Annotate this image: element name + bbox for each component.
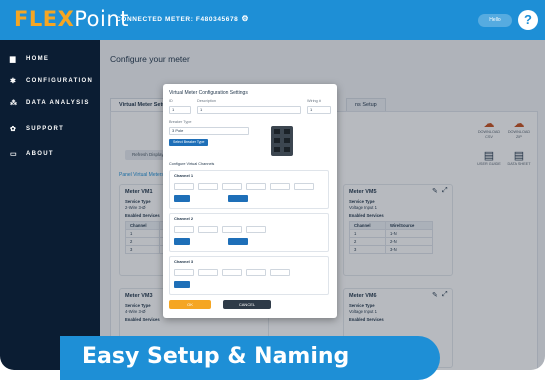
channel-select[interactable] xyxy=(222,269,242,276)
virtual-meter-config-dialog: Virtual Meter Configuration Settings ID … xyxy=(163,84,337,318)
lifebuoy-icon: ✿ xyxy=(10,126,18,133)
sidebar-item-label: CONFIGURATION xyxy=(26,78,94,84)
sidebar-item-label: DATA ANALYSIS xyxy=(26,100,90,106)
description-input[interactable]: 1 xyxy=(197,106,301,114)
screenshot-frame: FLEXPoint CONNECTED METER: F480345678 ⚙ H… xyxy=(0,0,545,390)
channel-box: Channel 1 xyxy=(169,170,329,209)
description-label: Description xyxy=(197,99,216,103)
app-window: FLEXPoint CONNECTED METER: F480345678 ⚙ H… xyxy=(0,0,545,370)
channel-select[interactable] xyxy=(222,183,242,190)
sidebar-item-configuration[interactable]: ✱ CONFIGURATION xyxy=(10,75,93,87)
breaker-type-label: Breaker Type xyxy=(169,120,192,124)
wrench-icon: ✱ xyxy=(10,78,18,85)
id-select[interactable]: 1 xyxy=(169,106,191,114)
channel-name: Channel 2 xyxy=(174,216,194,221)
sidebar-item-support[interactable]: ✿ SUPPORT xyxy=(10,123,64,135)
channel-select[interactable] xyxy=(294,183,314,190)
channel-box: Channel 2 xyxy=(169,213,329,252)
sidebar-item-label: HOME xyxy=(26,56,50,62)
channel-button[interactable] xyxy=(228,238,248,245)
info-icon: ▭ xyxy=(10,151,18,158)
channel-name: Channel 1 xyxy=(174,173,194,178)
sidebar-item-data-analysis[interactable]: ⁂ DATA ANALYSIS xyxy=(10,97,90,109)
breaker-panel-icon xyxy=(271,126,293,156)
channel-select[interactable] xyxy=(246,269,266,276)
channels-title: Configure Virtual Channels xyxy=(169,162,215,166)
cancel-button[interactable]: CANCEL xyxy=(223,300,271,309)
ok-button[interactable]: OK xyxy=(169,300,211,309)
caption-text: Easy Setup & Naming xyxy=(82,344,350,369)
channel-box: Channel 3 xyxy=(169,256,329,295)
channel-button[interactable] xyxy=(228,195,248,202)
channel-button[interactable] xyxy=(174,238,190,245)
sidebar-item-home[interactable]: ▆ HOME xyxy=(10,53,49,65)
connected-meter-text: CONNECTED METER: F480345678 xyxy=(116,16,239,23)
channel-select[interactable] xyxy=(174,269,194,276)
sidebar-item-label: SUPPORT xyxy=(26,126,65,132)
chart-icon: ⁂ xyxy=(10,100,19,107)
channel-button[interactable] xyxy=(174,281,190,288)
select-breaker-button[interactable]: Select Breaker Type xyxy=(169,139,209,146)
id-label: ID xyxy=(169,99,173,103)
channel-select[interactable] xyxy=(246,183,266,190)
channel-select[interactable] xyxy=(198,269,218,276)
wiring-label: Wiring # xyxy=(307,99,321,103)
channel-select[interactable] xyxy=(222,226,242,233)
channel-button[interactable] xyxy=(174,195,190,202)
breaker-type-input[interactable]: 3 Pole xyxy=(169,127,249,135)
channel-select[interactable] xyxy=(270,183,290,190)
channel-select[interactable] xyxy=(270,269,290,276)
user-menu[interactable]: Hello xyxy=(478,14,512,27)
connected-meter-label: CONNECTED METER: F480345678 ⚙ xyxy=(116,14,249,23)
channel-select[interactable] xyxy=(174,183,194,190)
channel-select[interactable] xyxy=(198,183,218,190)
sidebar-item-label: ABOUT xyxy=(26,151,54,157)
gear-icon[interactable]: ⚙ xyxy=(241,14,249,23)
channel-select[interactable] xyxy=(174,226,194,233)
flexpoint-logo[interactable]: FLEXPoint xyxy=(14,7,129,31)
dialog-title: Virtual Meter Configuration Settings xyxy=(169,90,248,96)
wiring-select[interactable]: 1 xyxy=(307,106,331,114)
sidebar: ▆ HOME ✱ CONFIGURATION ⁂ DATA ANALYSIS ✿… xyxy=(0,40,100,370)
home-icon: ▆ xyxy=(10,56,17,63)
sidebar-item-about[interactable]: ▭ ABOUT xyxy=(10,148,54,160)
channel-select[interactable] xyxy=(246,226,266,233)
channel-select[interactable] xyxy=(198,226,218,233)
logo-flex: FLEX xyxy=(14,7,75,31)
channel-name: Channel 3 xyxy=(174,259,194,264)
help-icon[interactable]: ? xyxy=(518,10,538,30)
top-bar: FLEXPoint CONNECTED METER: F480345678 ⚙ H… xyxy=(0,0,545,40)
